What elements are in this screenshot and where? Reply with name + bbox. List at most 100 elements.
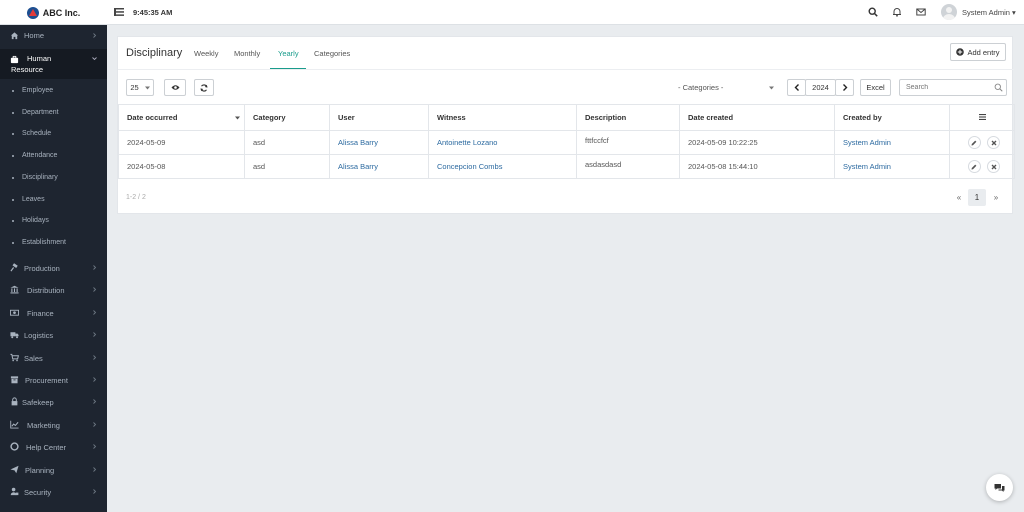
sidebar-item-label: Procurement	[25, 376, 68, 385]
sidebar-item-label: Marketing	[27, 421, 60, 430]
add-entry-label: Add entry	[967, 47, 1000, 57]
brand[interactable]: ABC Inc.	[0, 0, 107, 25]
search-icon[interactable]	[994, 83, 1003, 92]
cell-category: asd	[244, 130, 330, 155]
sidebar-item-sales[interactable]: Sales	[0, 348, 107, 368]
user-menu[interactable]: System Admin ▾	[962, 8, 1016, 17]
table-row[interactable]: 2024-05-08 asd Alissa Barry Concepcion C…	[118, 154, 1015, 179]
cell-created-by-link[interactable]: System Admin	[834, 130, 950, 155]
menu-toggle-icon[interactable]	[114, 7, 124, 17]
pagination-first-button[interactable]: «	[950, 189, 968, 206]
sidebar-item-human-resource[interactable]: Human Resource	[0, 49, 107, 79]
box-icon	[10, 376, 19, 384]
column-header-created-by[interactable]: Created by	[834, 104, 950, 131]
column-header-label: Date occurred	[127, 113, 178, 122]
sidebar-item-home[interactable]: Home	[0, 25, 107, 45]
column-menu-header[interactable]	[949, 104, 1015, 131]
column-header-witness[interactable]: Witness	[428, 104, 577, 131]
sidebar-item-logistics[interactable]: Logistics	[0, 325, 107, 345]
truck-icon	[10, 332, 19, 339]
pagination-last-button[interactable]: »	[987, 189, 1005, 206]
lifebuoy-icon	[10, 442, 19, 451]
sidebar-item-safekeep[interactable]: Safekeep	[0, 392, 107, 412]
cell-actions	[949, 130, 1015, 155]
bell-icon[interactable]	[892, 7, 902, 17]
table-row[interactable]: 2024-05-09 asd Alissa Barry Antoinette L…	[118, 130, 1015, 155]
year-next-button[interactable]	[835, 79, 854, 96]
search-input[interactable]	[899, 79, 1007, 96]
sidebar-item-procurement[interactable]: Procurement	[0, 370, 107, 390]
bullet-icon	[12, 177, 14, 179]
toggle-columns-button[interactable]	[164, 79, 186, 96]
column-header-date-created[interactable]: Date created	[679, 104, 835, 131]
bullet-icon	[12, 155, 14, 157]
page-size-select[interactable]: 25	[126, 79, 154, 96]
sidebar-item-help-center[interactable]: Help Center	[0, 437, 107, 457]
sidebar-item-finance[interactable]: Finance	[0, 303, 107, 323]
sidebar-subitem-label: Employee	[22, 87, 54, 94]
tab-weekly[interactable]: Weekly	[194, 49, 218, 58]
delete-button[interactable]	[987, 160, 1000, 173]
column-header-date-occurred[interactable]: Date occurred	[118, 104, 245, 131]
home-icon	[10, 32, 19, 40]
column-header-user[interactable]: User	[329, 104, 429, 131]
cell-user-link[interactable]: Alissa Barry	[329, 130, 429, 155]
tab-yearly[interactable]: Yearly	[278, 49, 299, 58]
column-header-label: Witness	[437, 113, 466, 122]
tab-categories[interactable]: Categories	[314, 49, 350, 58]
record-count: 1-2 / 2	[126, 194, 146, 201]
sidebar-subitem-label: Disciplinary	[22, 174, 58, 181]
chevron-right-icon	[93, 422, 97, 427]
year-prev-button[interactable]	[787, 79, 806, 96]
sidebar-item-label: Human	[27, 54, 52, 63]
chevron-right-icon	[93, 467, 97, 472]
chat-button[interactable]	[986, 474, 1013, 501]
clock: 9:45:35 AM	[133, 8, 173, 17]
briefcase-icon	[10, 55, 19, 64]
chevron-right-icon	[93, 355, 97, 360]
abc-logo-icon	[26, 6, 39, 19]
cell-category: asd	[244, 154, 330, 179]
page-size-value: 25	[130, 83, 139, 92]
sidebar-item-label-line2: Resource	[11, 65, 44, 74]
chevron-right-icon	[842, 84, 847, 91]
tab-monthly[interactable]: Monthly	[234, 49, 260, 58]
bullet-icon	[12, 242, 14, 244]
excel-export-button[interactable]: Excel	[860, 79, 891, 96]
chevron-right-icon	[93, 332, 97, 337]
sidebar-item-distribution[interactable]: Distribution	[0, 280, 107, 300]
mail-icon[interactable]	[916, 7, 926, 17]
sidebar-item-label: Logistics	[24, 331, 54, 340]
cell-date-created: 2024-05-08 15:44:10	[679, 154, 835, 179]
chart-icon	[10, 420, 19, 429]
add-entry-button[interactable]: Add entry	[950, 43, 1006, 61]
sidebar-subitem-label: Holidays	[22, 217, 49, 224]
cell-date-created: 2024-05-09 10:22:25	[679, 130, 835, 155]
sidebar-item-marketing[interactable]: Marketing	[0, 415, 107, 435]
plus-circle-icon	[956, 48, 965, 56]
cell-witness-link[interactable]: Antoinette Lozano	[428, 130, 577, 155]
refresh-button[interactable]	[194, 79, 214, 96]
refresh-icon	[200, 83, 208, 92]
avatar[interactable]	[941, 4, 957, 20]
cell-created-by-link[interactable]: System Admin	[834, 154, 950, 179]
chevron-right-icon	[93, 489, 97, 494]
search-icon[interactable]	[868, 7, 878, 17]
edit-button[interactable]	[967, 160, 981, 173]
bullet-icon	[12, 133, 14, 135]
sidebar-item-production[interactable]: Production	[0, 258, 107, 278]
edit-button[interactable]	[967, 136, 981, 149]
sidebar-item-planning[interactable]: Planning	[0, 460, 107, 480]
sidebar-item-security[interactable]: Security	[0, 482, 107, 502]
delete-button[interactable]	[987, 136, 1000, 149]
cart-icon	[10, 353, 19, 362]
sidebar-subitem-label: Establishment	[22, 239, 66, 246]
cell-user-link[interactable]: Alissa Barry	[329, 154, 429, 179]
sort-desc-icon	[235, 116, 240, 120]
column-header-description[interactable]: Description	[576, 104, 680, 131]
category-filter-select[interactable]: - Categories -	[676, 79, 776, 96]
column-header-category[interactable]: Category	[244, 104, 330, 131]
cell-witness-link[interactable]: Concepcion Combs	[428, 154, 577, 179]
bullet-icon	[12, 199, 14, 201]
pagination-page-1[interactable]: 1	[968, 189, 986, 206]
